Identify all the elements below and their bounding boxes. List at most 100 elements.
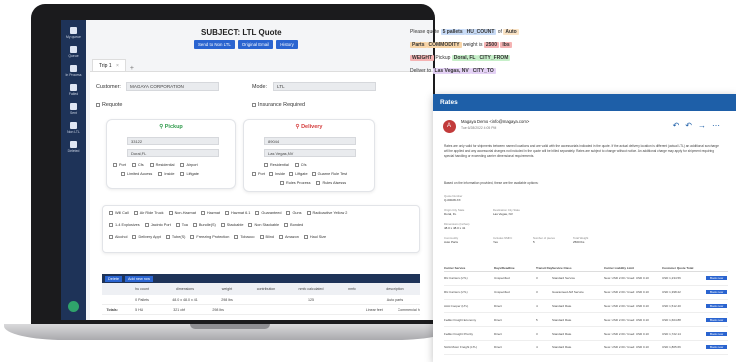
checkbox[interactable] (190, 235, 195, 239)
option-checkbox[interactable]: Airport (180, 163, 198, 167)
pickup-zip-field[interactable]: 33122 (127, 137, 219, 145)
checkbox[interactable] (175, 223, 180, 227)
option-checkbox[interactable]: Residential (264, 163, 289, 167)
sidebar-item-sent[interactable]: Sent (61, 103, 86, 115)
forward-icon[interactable]: → (698, 121, 712, 130)
option-checkbox[interactable]: Inside (158, 172, 174, 176)
checkbox[interactable] (109, 211, 113, 215)
option-checkbox[interactable]: Bundle(S) (192, 223, 216, 227)
option-checkbox[interactable]: Inside (268, 172, 285, 176)
option-checkbox[interactable]: Tube(S) (165, 235, 185, 239)
option-checkbox[interactable]: Liftgate (289, 172, 308, 176)
requote-checkbox[interactable]: Requote (96, 102, 122, 108)
more-icon[interactable]: ⋯ (712, 121, 726, 130)
checkbox[interactable] (248, 223, 253, 227)
checkbox[interactable] (158, 172, 163, 176)
checkbox[interactable] (200, 211, 205, 215)
delete-button[interactable]: Delete (105, 275, 122, 282)
book-now-button[interactable]: Book now (706, 345, 728, 350)
checkbox[interactable] (180, 163, 185, 167)
insurance-checkbox[interactable]: Insurance Required (252, 102, 305, 108)
option-checkbox[interactable]: Guarne Rule Test (311, 172, 347, 176)
checkbox[interactable] (306, 211, 311, 215)
checkbox[interactable] (192, 223, 197, 227)
checkbox[interactable] (255, 211, 260, 215)
option-checkbox[interactable]: Amazon (278, 235, 299, 239)
checkbox[interactable] (252, 102, 256, 107)
original-email-button[interactable]: Original Email (237, 40, 274, 49)
customer-field[interactable]: MAGAYA CORPORATION (126, 82, 219, 91)
delivery-city-field[interactable]: Las Vegas,NV (264, 149, 356, 157)
option-checkbox[interactable]: Limited Access (121, 172, 152, 176)
checkbox[interactable] (180, 172, 185, 176)
sidebar-item-my-queue[interactable]: My queue (61, 27, 86, 39)
add-row-button[interactable]: Add new row (124, 275, 153, 282)
checkbox[interactable] (144, 223, 149, 227)
book-now-button[interactable]: Book now (706, 303, 728, 308)
book-now-button[interactable]: Book now (706, 317, 728, 322)
sidebar-item-non-ltl[interactable]: Non LTL (61, 122, 86, 134)
checkbox[interactable] (311, 172, 316, 176)
option-checkbox[interactable]: Guaranteed (255, 211, 281, 215)
checkbox[interactable] (133, 211, 138, 215)
checkbox[interactable] (289, 172, 294, 176)
checkbox[interactable] (132, 235, 137, 239)
option-checkbox[interactable]: Blind (259, 235, 274, 239)
user-avatar[interactable] (68, 301, 79, 312)
checkbox[interactable] (96, 102, 100, 107)
mode-field[interactable]: LTL (273, 82, 376, 91)
option-checkbox[interactable]: Hazmat (200, 211, 220, 215)
pickup-city-field[interactable]: Doral,FL (127, 149, 219, 157)
option-checkbox[interactable]: Haul Size (303, 235, 326, 239)
checkbox[interactable] (284, 223, 289, 227)
delivery-zip-field[interactable]: 89044 (264, 137, 356, 145)
option-checkbox[interactable]: Cfs (294, 163, 307, 167)
history-button[interactable]: History (276, 40, 298, 49)
sidebar-item-deleted[interactable]: Deleted (61, 141, 86, 153)
reply-all-icon[interactable]: ↶ (685, 121, 698, 130)
checkbox[interactable] (220, 223, 225, 227)
option-checkbox[interactable]: Non Stackable (248, 223, 279, 227)
checkbox[interactable] (252, 172, 256, 176)
option-checkbox[interactable]: Stackable (220, 223, 243, 227)
checkbox[interactable] (121, 172, 125, 176)
sidebar-item-failed[interactable]: Failed (61, 84, 86, 96)
checkbox[interactable] (259, 235, 264, 239)
checkbox[interactable] (278, 235, 283, 239)
option-checkbox[interactable]: Hazmat 6.1 (224, 211, 250, 215)
option-checkbox[interactable]: Toa (175, 223, 188, 227)
checkbox[interactable] (264, 163, 268, 167)
option-checkbox[interactable]: Delivery Appt (132, 235, 161, 239)
option-checkbox[interactable]: Alcohol (109, 235, 127, 239)
checkbox[interactable] (268, 172, 273, 176)
reply-icon[interactable]: ↶ (673, 121, 686, 130)
option-checkbox[interactable]: Port (252, 172, 265, 176)
option-checkbox[interactable]: Bonded (284, 223, 303, 227)
book-now-button[interactable]: Book now (706, 331, 728, 336)
checkbox[interactable] (286, 211, 291, 215)
book-now-button[interactable]: Book now (706, 276, 728, 281)
sidebar-item-queue[interactable]: Queue (61, 46, 86, 58)
checkbox[interactable] (234, 235, 239, 239)
checkbox[interactable] (113, 163, 117, 167)
option-checkbox[interactable]: 1-4 Explosives (109, 223, 140, 227)
checkbox[interactable] (165, 235, 170, 239)
option-checkbox[interactable]: Rules Prozess (280, 181, 310, 185)
option-checkbox[interactable]: Cfs (131, 163, 144, 167)
option-checkbox[interactable]: Non-Hazmat (168, 211, 196, 215)
checkbox[interactable] (168, 211, 173, 215)
option-checkbox[interactable]: Radioactive Yellow 2 (306, 211, 347, 215)
option-checkbox[interactable]: Jacinto Port (144, 223, 171, 227)
checkbox[interactable] (131, 163, 136, 167)
close-icon[interactable]: × (116, 63, 119, 69)
book-now-button[interactable]: Book now (706, 290, 728, 295)
option-checkbox[interactable]: Guns (286, 211, 302, 215)
checkbox[interactable] (294, 163, 299, 167)
option-checkbox[interactable]: Tobacco (234, 235, 255, 239)
send-to-non-ltl-button[interactable]: Send to Non LTL (194, 40, 235, 49)
checkbox[interactable] (109, 235, 113, 239)
option-checkbox[interactable]: Residential (149, 163, 174, 167)
checkbox[interactable] (316, 181, 321, 185)
option-checkbox[interactable]: Freezing Protection (190, 235, 229, 239)
checkbox[interactable] (280, 181, 284, 185)
